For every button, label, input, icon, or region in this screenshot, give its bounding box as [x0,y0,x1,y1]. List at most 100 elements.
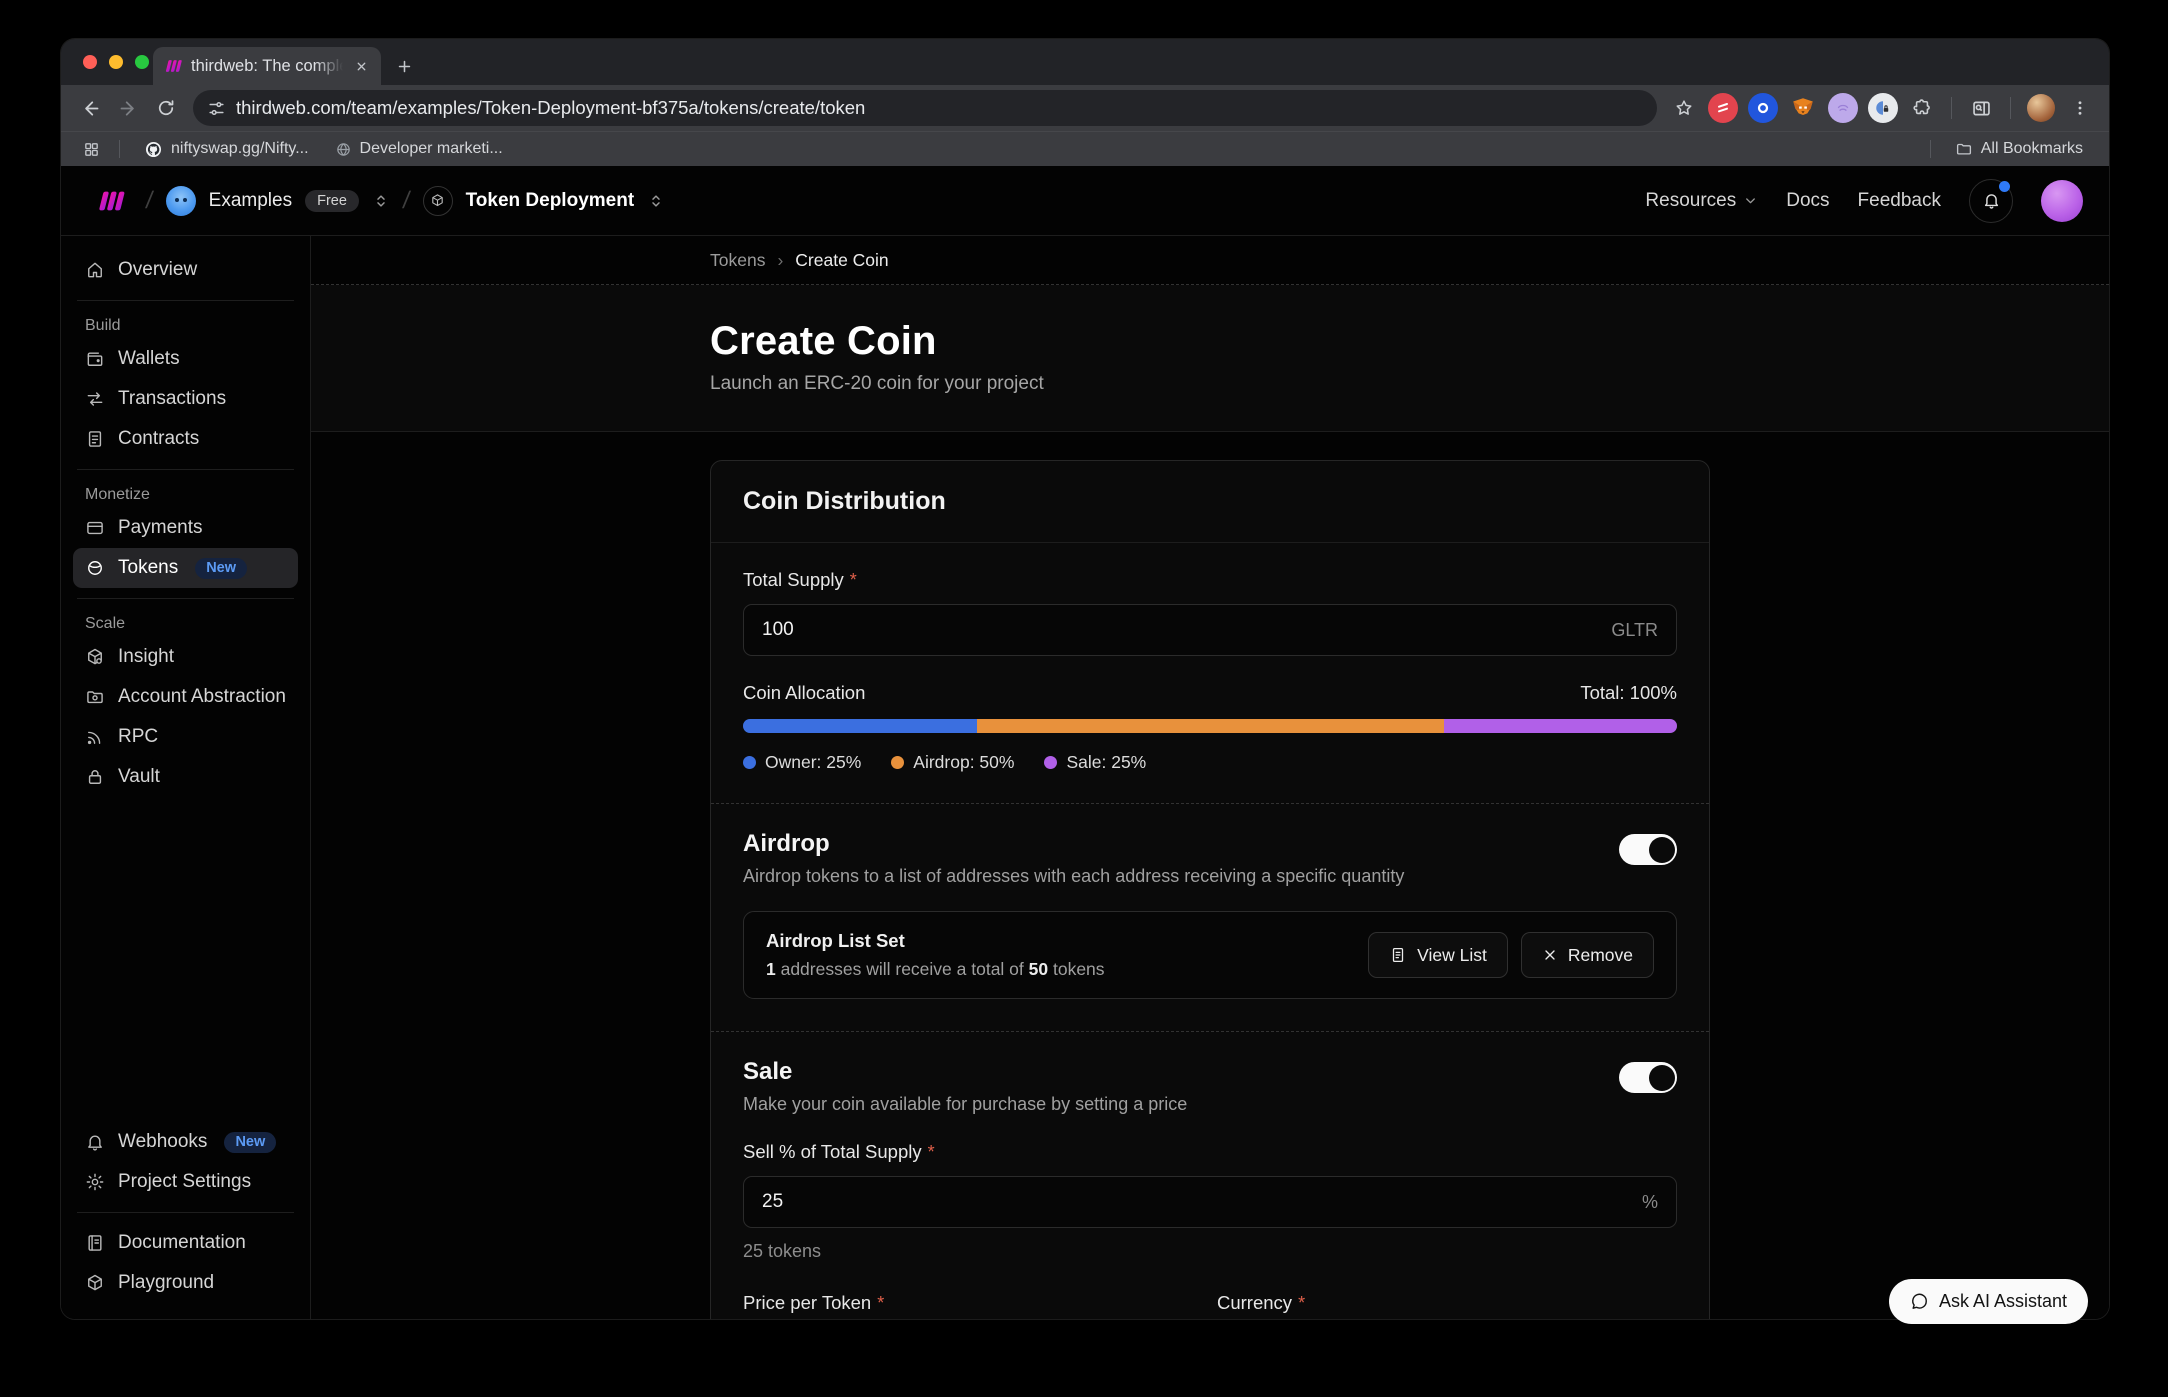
required-asterisk: * [1298,1293,1305,1314]
sidebar-item-documentation[interactable]: Documentation [73,1223,298,1263]
sidebar-item-rpc[interactable]: RPC [73,717,298,757]
toolbar-divider [1951,97,1952,119]
chat-icon [1910,1292,1929,1311]
legend-label-airdrop: Airdrop: 50% [913,752,1014,773]
remove-button[interactable]: Remove [1521,932,1654,978]
payments-icon [85,518,105,538]
team-name[interactable]: Examples [209,190,292,212]
side-panel-icon[interactable] [1964,91,1998,125]
sidebar-item-payments[interactable]: Payments [73,508,298,548]
airdrop-list-summary: 1 addresses will receive a total of 50 t… [766,959,1105,980]
project-name[interactable]: Token Deployment [466,190,635,212]
minimize-window-button[interactable] [109,55,123,69]
bookmark-item[interactable]: niftyswap.gg/Nifty... [134,136,319,162]
bookmarks-divider [1930,140,1931,158]
resources-menu[interactable]: Resources [1645,190,1758,212]
tab-close-icon[interactable] [351,56,371,76]
sidebar-item-insight[interactable]: Insight [73,637,298,677]
feedback-link[interactable]: Feedback [1858,190,1941,212]
extension-1-icon[interactable] [1708,93,1738,123]
zoom-window-button[interactable] [135,55,149,69]
legend-label-sale: Sale: 25% [1066,752,1146,773]
breadcrumb-slash: / [144,187,155,215]
browser-window: thirdweb: The complete web3 thir [61,39,2109,1319]
breadcrumb-tokens-link[interactable]: Tokens [710,250,765,271]
project-switcher-icon[interactable] [647,192,665,210]
sidebar-item-tokens[interactable]: Tokens New [73,548,298,588]
site-info-icon[interactable] [207,99,226,118]
profile-avatar[interactable] [2027,94,2055,122]
toolbar-divider [2010,97,2011,119]
sidebar-item-transactions[interactable]: Transactions [73,379,298,419]
extensions-puzzle-icon[interactable] [1905,91,1939,125]
sidebar-item-contracts[interactable]: Contracts [73,419,298,459]
airdrop-list-box: Airdrop List Set 1 addresses will receiv… [743,911,1677,999]
rpc-icon [85,727,105,747]
view-list-button[interactable]: View List [1368,932,1508,978]
sell-pct-suffix: % [1642,1192,1658,1213]
airdrop-section: Airdrop Airdrop tokens to a list of addr… [711,804,1709,1032]
sidebar-item-account-abstraction[interactable]: Account Abstraction [73,677,298,717]
sidebar-item-label: Payments [118,517,202,539]
user-avatar[interactable] [2041,180,2083,222]
sale-toggle[interactable] [1619,1062,1677,1093]
forward-icon[interactable] [111,91,145,125]
close-window-button[interactable] [83,55,97,69]
bookmarks-bar: niftyswap.gg/Nifty... Developer marketi.… [61,131,2109,166]
account-abstraction-icon [85,687,105,707]
plan-badge: Free [305,190,359,212]
ask-ai-assistant-button[interactable]: Ask AI Assistant [1889,1279,2088,1324]
sale-description: Make your coin available for purchase by… [743,1094,1187,1115]
bookmark-item[interactable]: Developer marketi... [325,136,513,162]
bookmark-star-icon[interactable] [1667,91,1701,125]
settings-gear-icon [85,1172,105,1192]
url-text[interactable]: thirdweb.com/team/examples/Token-Deploym… [236,97,1651,119]
documentation-icon [85,1233,105,1253]
sell-pct-input[interactable] [762,1191,1642,1213]
browser-tab[interactable]: thirdweb: The complete web3 [153,47,381,85]
breadcrumb: Tokens › Create Coin [710,250,1710,271]
sidebar-item-project-settings[interactable]: Project Settings [73,1162,298,1202]
apps-grid-icon[interactable] [77,135,105,163]
sidebar-item-label: Transactions [118,388,226,410]
sidebar-item-playground[interactable]: Playground [73,1263,298,1303]
sidebar-item-webhooks[interactable]: Webhooks New [73,1122,298,1162]
back-icon[interactable] [73,91,107,125]
bookmark-github-icon [144,140,163,159]
price-label: Price per Token [743,1292,871,1314]
reload-icon[interactable] [149,91,183,125]
legend-label-owner: Owner: 25% [765,752,861,773]
total-supply-field[interactable]: GLTR [743,604,1677,656]
browser-toolbar: thirdweb.com/team/examples/Token-Deploym… [61,85,2109,131]
required-asterisk: * [928,1142,935,1163]
sidebar-item-wallets[interactable]: Wallets [73,339,298,379]
bell-icon [1982,191,2001,210]
breadcrumb-separator: › [777,250,783,271]
total-supply-input[interactable] [762,619,1611,641]
docs-link[interactable]: Docs [1786,190,1829,212]
extension-2-icon[interactable] [1748,93,1778,123]
dashboard-header: / Examples Free / Token Deployment [61,166,2109,236]
page-hero: Create Coin Launch an ERC-20 coin for yo… [311,285,2109,432]
extension-4-icon[interactable] [1828,93,1858,123]
all-bookmarks[interactable]: All Bookmarks [1945,136,2093,162]
notification-dot [1999,181,2010,192]
new-tab-button[interactable] [387,49,421,83]
extension-5-icon[interactable] [1868,93,1898,123]
sidebar-item-overview[interactable]: Overview [73,250,298,290]
extension-metamask-icon[interactable] [1788,93,1818,123]
menu-kebab-icon[interactable] [2063,91,2097,125]
airdrop-toggle[interactable] [1619,834,1677,865]
project-cube-icon [423,186,453,216]
allocation-segment-owner [743,719,977,733]
notifications-button[interactable] [1969,179,2013,223]
thirdweb-logo[interactable] [87,186,133,216]
sale-title: Sale [743,1058,1187,1086]
url-bar[interactable]: thirdweb.com/team/examples/Token-Deploym… [193,90,1657,126]
team-switcher-icon[interactable] [372,192,390,210]
sell-pct-field[interactable]: % [743,1176,1677,1228]
sidebar-item-label: Documentation [118,1232,246,1254]
team-avatar[interactable] [166,186,196,216]
sidebar-item-vault[interactable]: Vault [73,757,298,797]
vault-icon [85,767,105,787]
